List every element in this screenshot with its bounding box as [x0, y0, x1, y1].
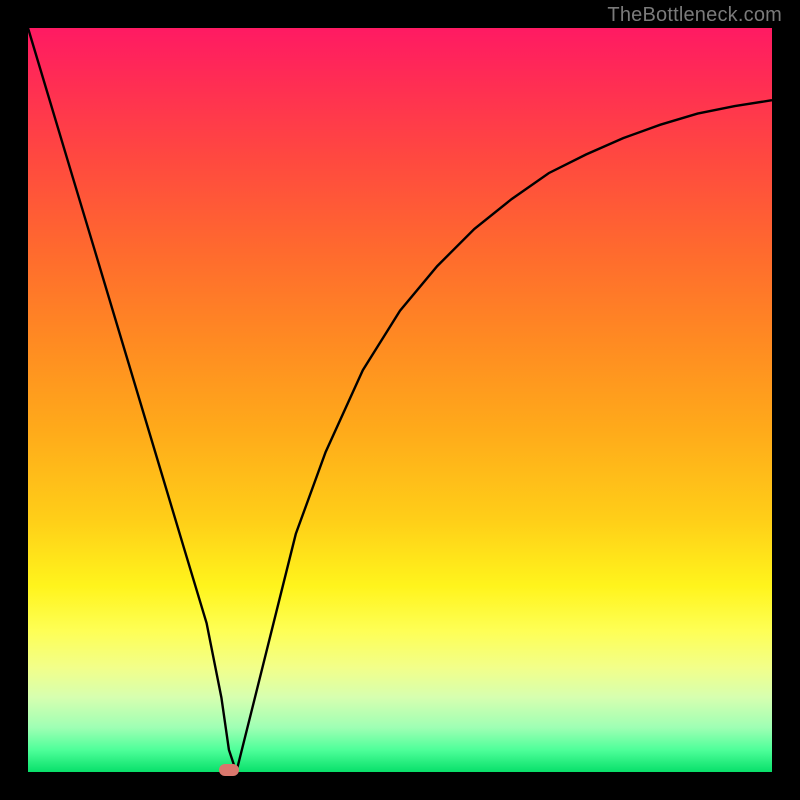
bottleneck-curve: [28, 28, 772, 772]
curve-minimum-marker: [219, 764, 239, 776]
plot-area: [28, 28, 772, 772]
chart-frame: TheBottleneck.com: [0, 0, 800, 800]
watermark-text: TheBottleneck.com: [607, 4, 782, 27]
